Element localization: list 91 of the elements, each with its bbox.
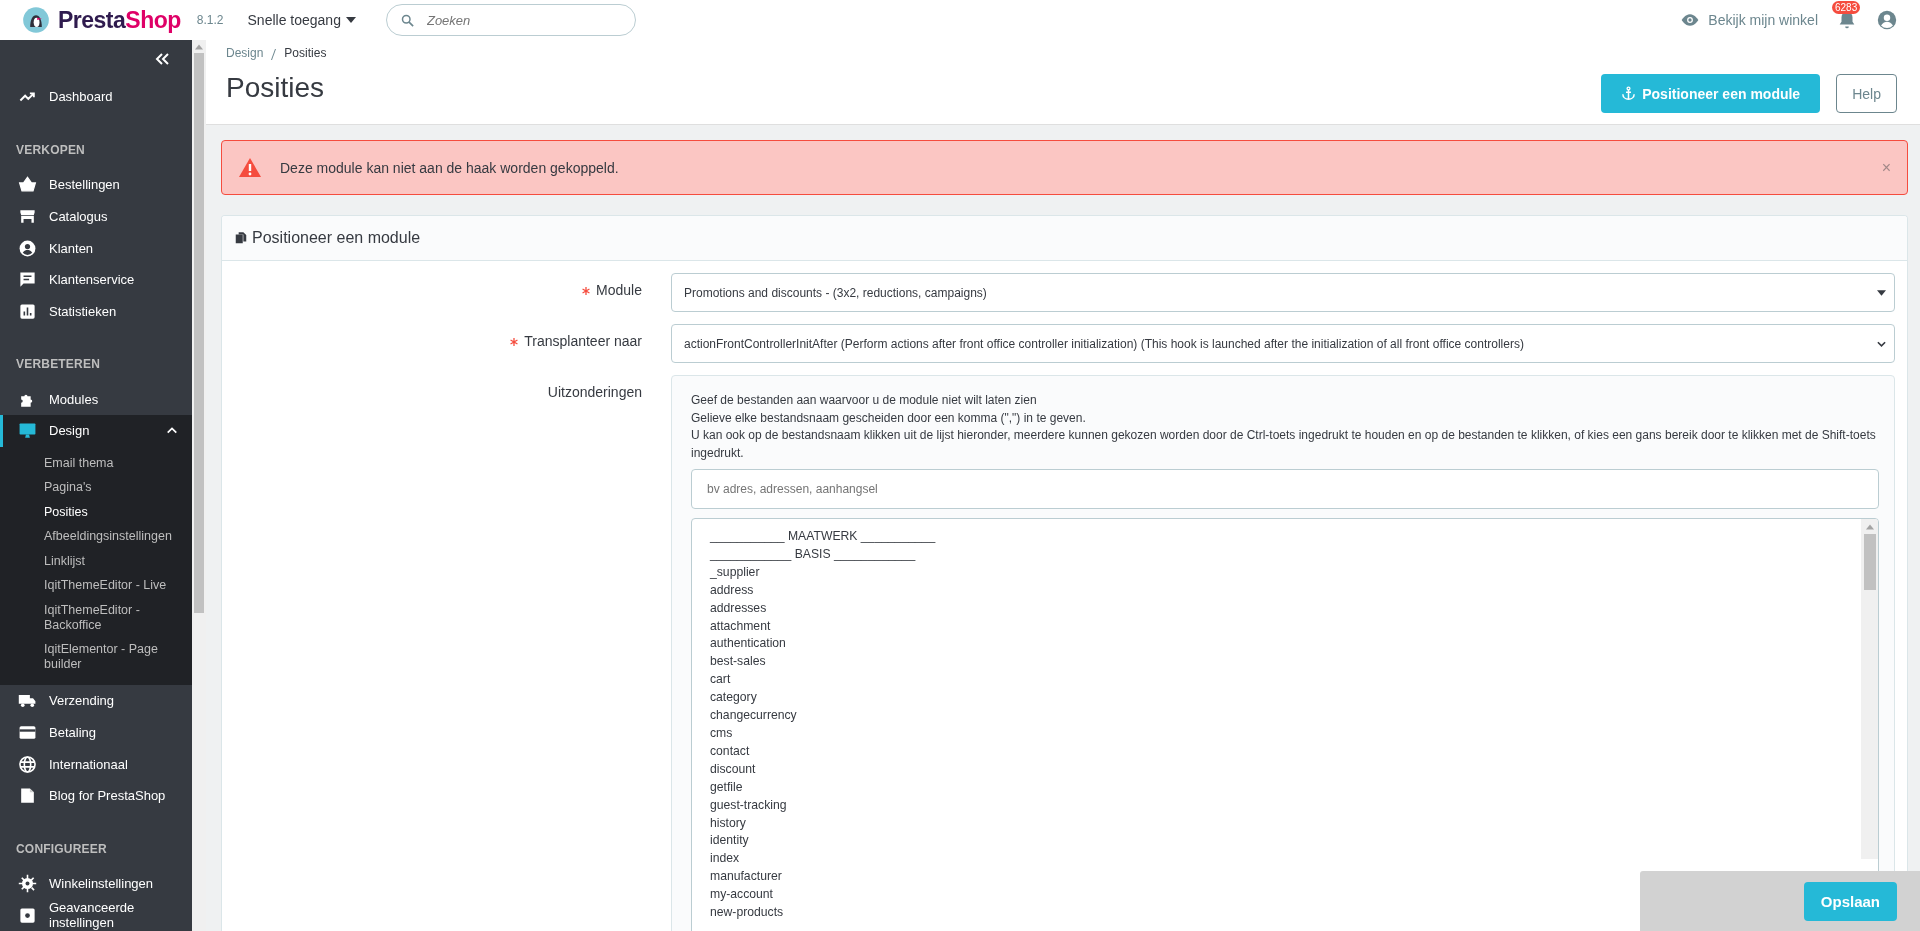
globe-icon: [18, 754, 37, 774]
list-option[interactable]: ___________ MAATWERK ___________: [710, 528, 936, 546]
list-option[interactable]: index: [710, 850, 740, 869]
scrollbar-thumb[interactable]: [1863, 534, 1876, 590]
submenu-item[interactable]: IqitElementor - Page builder: [0, 637, 192, 677]
user-avatar-icon[interactable]: [1876, 9, 1898, 31]
list-option[interactable]: authentication: [710, 635, 786, 654]
card-title: Positioneer een module: [252, 229, 421, 247]
submenu-item[interactable]: IqitThemeEditor - Backoffice: [0, 597, 192, 638]
field-label: Uitzonderingen: [547, 384, 642, 400]
required-icon: [582, 287, 591, 295]
list-option[interactable]: address: [710, 581, 754, 600]
list-option[interactable]: getfile: [710, 778, 743, 797]
sidebar-item[interactable]: Klantenservice: [0, 263, 192, 296]
list-option[interactable]: category: [710, 689, 757, 708]
field-label: Module: [582, 282, 642, 298]
sidebar-item[interactable]: Winkelinstellingen: [0, 867, 192, 900]
sidebar-item[interactable]: Dashboard: [0, 81, 192, 113]
list-option[interactable]: addresses: [710, 599, 767, 618]
select-field[interactable]: actionFrontControllerInitAfter (Perform actions after front office controller initialization) (This hook is launched after the initialization of all front office controllers): [671, 324, 1895, 363]
notification-count: 6283: [1832, 1, 1861, 14]
scroll-up-icon: [1865, 524, 1874, 530]
help-text: Geef de bestanden aan waarvoor u de module niet wilt laten zien: [691, 392, 1038, 409]
list-option[interactable]: my-account: [710, 886, 773, 905]
sidebar-section-title: VERBETEREN: [15, 356, 101, 374]
help-text: Gelieve elke bestandsnaam gescheiden door een komma (",") in te geven.: [691, 409, 1087, 427]
sidebar-item[interactable]: Verzending: [0, 684, 192, 717]
document-icon: [18, 786, 37, 806]
breadcrumb-current: Posities: [284, 46, 327, 60]
version-label: 8.1.2: [196, 13, 224, 27]
list-option[interactable]: best-sales: [710, 653, 766, 672]
list-option[interactable]: attachment: [710, 617, 771, 636]
submenu-item[interactable]: Afbeeldingsinstellingen: [0, 524, 192, 549]
sidebar-item[interactable]: Geavanceerde instellingen: [0, 899, 192, 931]
view-shop-link[interactable]: Bekijk mijn winkel: [1680, 10, 1818, 30]
caret-icon: [1877, 289, 1886, 296]
caret-icon: [1877, 340, 1886, 347]
exceptions-input[interactable]: bv adres, adressen, aanhangsel: [691, 469, 1879, 509]
alert-message: Deze module kan niet aan de haak worden gekoppeld.: [280, 159, 620, 176]
list-option[interactable]: changecurrency: [710, 707, 797, 725]
submenu-item[interactable]: Pagina's: [0, 475, 192, 500]
list-option[interactable]: cart: [710, 671, 731, 690]
page-title: Posities: [226, 72, 326, 104]
sidebar-section-title: VERKOPEN: [15, 141, 86, 159]
penguin-logo-icon: [22, 6, 50, 34]
breadcrumb-link[interactable]: Design: [226, 46, 264, 60]
help-button[interactable]: Help: [1836, 74, 1897, 113]
list-option[interactable]: contact: [710, 742, 750, 761]
quick-access-menu[interactable]: Snelle toegang: [247, 12, 341, 28]
sidebar-item[interactable]: Bestellingen: [0, 168, 192, 201]
sidebar-item[interactable]: Catalogus: [0, 200, 192, 233]
list-option[interactable]: manufacturer: [710, 868, 782, 887]
caret-icon: [345, 17, 356, 23]
list-option[interactable]: cms: [710, 724, 733, 743]
settings-box-icon: [18, 905, 37, 925]
sidebar-item[interactable]: Blog for PrestaShop: [0, 779, 192, 812]
sidebar-item[interactable]: Internationaal: [0, 748, 192, 780]
logo-wordmark: PrestaShop: [58, 6, 181, 34]
search-field[interactable]: Zoeken: [385, 4, 636, 36]
list-option[interactable]: _supplier: [710, 563, 760, 582]
chart-icon: [18, 301, 37, 321]
submenu-item[interactable]: Email thema: [0, 450, 192, 476]
monitor-icon: [18, 421, 37, 441]
collapse-icon[interactable]: [154, 52, 170, 66]
submenu-item[interactable]: IqitThemeEditor - Live: [0, 573, 192, 598]
list-option[interactable]: guest-tracking: [710, 796, 787, 815]
scroll-up-icon: [195, 44, 203, 50]
copy-icon: [234, 231, 248, 245]
list-option[interactable]: new-products: [710, 904, 784, 922]
list-option[interactable]: history: [710, 814, 746, 833]
sidebar-item[interactable]: Design: [0, 415, 192, 447]
gear-icon: [18, 874, 37, 893]
help-text: U kan ook op de bestandsnaam klikken uit de lijst hieronder, meerdere kunnen gekozen worden door de Ctrl-toets ingedrukt te houden en op de bestanden te klikken, of kies een gans bereik door te klikken met de Shift-toets ingedrukt.: [691, 427, 1877, 462]
list-option[interactable]: ____________ BASIS ____________: [710, 545, 916, 564]
person-icon: [18, 238, 37, 258]
sidebar-item[interactable]: Statistieken: [0, 295, 192, 328]
anchor-icon: [1621, 86, 1637, 101]
scrollbar-thumb[interactable]: [194, 53, 204, 613]
select-field[interactable]: Promotions and discounts - (3x2, reductions, campaigns): [671, 273, 1895, 312]
list-option[interactable]: discount: [710, 760, 756, 779]
scrollbar[interactable]: [1861, 519, 1878, 859]
file-listbox[interactable]: [691, 518, 1879, 931]
field-label: Transplanteer naar: [510, 333, 642, 349]
list-option[interactable]: identity: [710, 832, 749, 851]
submenu-item[interactable]: Posities: [0, 499, 192, 525]
required-icon: [510, 338, 519, 346]
sidebar-item[interactable]: Modules: [0, 383, 192, 416]
sidebar-section-title: CONFIGUREER: [15, 840, 108, 858]
submenu-item[interactable]: Linklijst: [0, 548, 192, 574]
sidebar-item[interactable]: Betaling: [0, 716, 192, 749]
sidebar-item[interactable]: Klanten: [0, 232, 192, 264]
